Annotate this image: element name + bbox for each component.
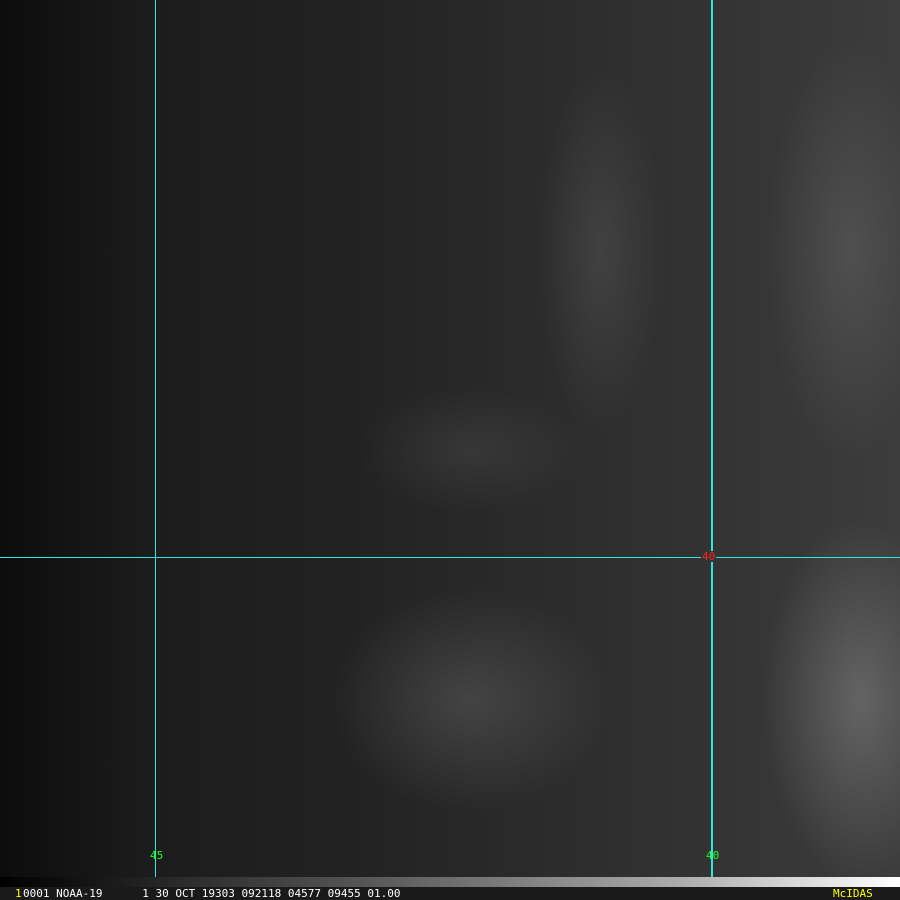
satellite-image-viewer: 40 45 40 1 0001 NOAA-19 1 30 OCT 19303 0… [0,0,900,900]
latitude-line-40 [0,557,900,558]
image-metadata: 0001 NOAA-19 1 30 OCT 19303 092118 04577… [23,887,401,900]
info-bar: 1 0001 NOAA-19 1 30 OCT 19303 092118 045… [0,887,900,900]
longitude-label-40: 40 [706,849,720,862]
grayscale-colorbar [0,877,900,887]
longitude-line-45 [155,0,156,887]
longitude-label-45: 45 [150,849,164,862]
mcidas-logo: McIDAS [833,887,873,900]
satellite-imagery [0,0,900,877]
latitude-label: 40 [701,550,717,563]
frame-number: 1 [15,887,22,900]
longitude-line-40 [711,0,713,887]
